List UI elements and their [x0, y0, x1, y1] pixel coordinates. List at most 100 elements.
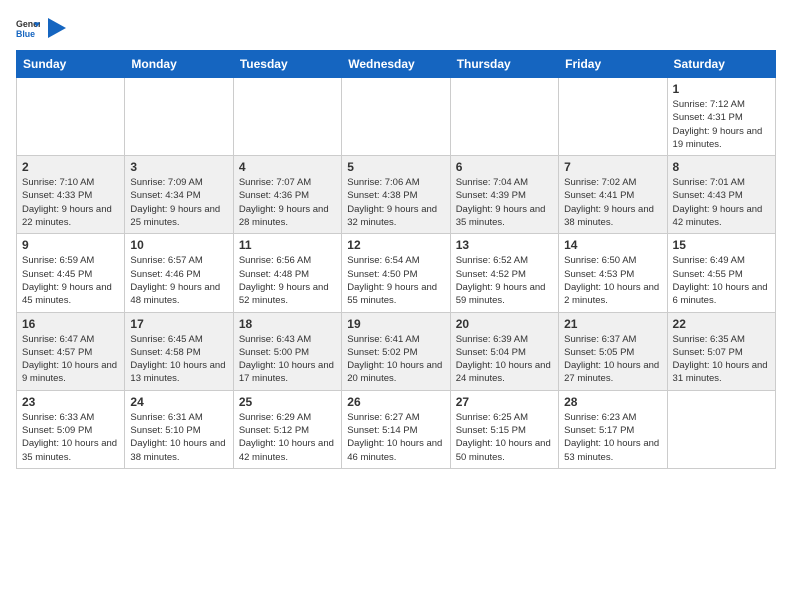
calendar-cell: 27 Sunrise: 6:25 AM Sunset: 5:15 PM Dayli…	[450, 390, 558, 468]
calendar-cell: 25 Sunrise: 6:29 AM Sunset: 5:12 PM Dayli…	[233, 390, 341, 468]
calendar-week-row: 9 Sunrise: 6:59 AM Sunset: 4:45 PM Daylig…	[17, 234, 776, 312]
day-info: Sunrise: 6:50 AM Sunset: 4:53 PM Dayligh…	[564, 254, 661, 307]
day-info: Sunrise: 7:07 AM Sunset: 4:36 PM Dayligh…	[239, 176, 336, 229]
day-number: 17	[130, 317, 227, 331]
logo: General Blue	[16, 16, 66, 40]
calendar-cell: 26 Sunrise: 6:27 AM Sunset: 5:14 PM Dayli…	[342, 390, 450, 468]
calendar-cell	[233, 78, 341, 156]
weekday-header-thursday: Thursday	[450, 51, 558, 78]
calendar-cell: 7Sunrise: 7:02 AM Sunset: 4:41 PM Daylig…	[559, 156, 667, 234]
calendar-week-row: 2 Sunrise: 7:10 AM Sunset: 4:33 PM Daylig…	[17, 156, 776, 234]
day-info: Sunrise: 7:06 AM Sunset: 4:38 PM Dayligh…	[347, 176, 444, 229]
day-number: 20	[456, 317, 553, 331]
calendar-cell: 10 Sunrise: 6:57 AM Sunset: 4:46 PM Dayli…	[125, 234, 233, 312]
day-info: Sunrise: 6:54 AM Sunset: 4:50 PM Dayligh…	[347, 254, 444, 307]
calendar-cell: 28 Sunrise: 6:23 AM Sunset: 5:17 PM Dayli…	[559, 390, 667, 468]
day-info: Sunrise: 6:27 AM Sunset: 5:14 PM Dayligh…	[347, 411, 444, 464]
day-number: 18	[239, 317, 336, 331]
day-number: 26	[347, 395, 444, 409]
day-info: Sunrise: 6:56 AM Sunset: 4:48 PM Dayligh…	[239, 254, 336, 307]
day-number: 4	[239, 160, 336, 174]
day-info: Sunrise: 6:39 AM Sunset: 5:04 PM Dayligh…	[456, 333, 553, 386]
calendar-cell: 17 Sunrise: 6:45 AM Sunset: 4:58 PM Dayli…	[125, 312, 233, 390]
day-number: 9	[22, 238, 119, 252]
day-info: Sunrise: 6:23 AM Sunset: 5:17 PM Dayligh…	[564, 411, 661, 464]
calendar-cell: 2 Sunrise: 7:10 AM Sunset: 4:33 PM Daylig…	[17, 156, 125, 234]
weekday-header-wednesday: Wednesday	[342, 51, 450, 78]
calendar-cell	[667, 390, 775, 468]
day-number: 28	[564, 395, 661, 409]
calendar-week-row: 1 Sunrise: 7:12 AM Sunset: 4:31 PM Daylig…	[17, 78, 776, 156]
day-info: Sunrise: 7:10 AM Sunset: 4:33 PM Dayligh…	[22, 176, 119, 229]
day-info: Sunrise: 7:01 AM Sunset: 4:43 PM Dayligh…	[673, 176, 770, 229]
calendar-week-row: 23 Sunrise: 6:33 AM Sunset: 5:09 PM Dayli…	[17, 390, 776, 468]
day-number: 24	[130, 395, 227, 409]
day-info: Sunrise: 6:33 AM Sunset: 5:09 PM Dayligh…	[22, 411, 119, 464]
logo-arrow-icon	[48, 18, 66, 38]
calendar-cell: 6 Sunrise: 7:04 AM Sunset: 4:39 PM Daylig…	[450, 156, 558, 234]
day-info: Sunrise: 7:09 AM Sunset: 4:34 PM Dayligh…	[130, 176, 227, 229]
day-number: 10	[130, 238, 227, 252]
day-number: 12	[347, 238, 444, 252]
calendar-cell	[125, 78, 233, 156]
day-info: Sunrise: 6:43 AM Sunset: 5:00 PM Dayligh…	[239, 333, 336, 386]
day-info: Sunrise: 6:25 AM Sunset: 5:15 PM Dayligh…	[456, 411, 553, 464]
calendar-cell: 21 Sunrise: 6:37 AM Sunset: 5:05 PM Dayli…	[559, 312, 667, 390]
day-info: Sunrise: 6:31 AM Sunset: 5:10 PM Dayligh…	[130, 411, 227, 464]
day-info: Sunrise: 6:29 AM Sunset: 5:12 PM Dayligh…	[239, 411, 336, 464]
calendar-cell	[559, 78, 667, 156]
calendar-cell: 19Sunrise: 6:41 AM Sunset: 5:02 PM Dayli…	[342, 312, 450, 390]
calendar-cell: 15 Sunrise: 6:49 AM Sunset: 4:55 PM Dayli…	[667, 234, 775, 312]
calendar-cell	[450, 78, 558, 156]
calendar-cell: 11Sunrise: 6:56 AM Sunset: 4:48 PM Dayli…	[233, 234, 341, 312]
day-number: 3	[130, 160, 227, 174]
calendar-header-row: SundayMondayTuesdayWednesdayThursdayFrid…	[17, 51, 776, 78]
calendar-cell	[342, 78, 450, 156]
day-number: 21	[564, 317, 661, 331]
day-info: Sunrise: 6:41 AM Sunset: 5:02 PM Dayligh…	[347, 333, 444, 386]
calendar-cell: 23 Sunrise: 6:33 AM Sunset: 5:09 PM Dayli…	[17, 390, 125, 468]
day-number: 25	[239, 395, 336, 409]
calendar-cell	[17, 78, 125, 156]
day-number: 23	[22, 395, 119, 409]
weekday-header-sunday: Sunday	[17, 51, 125, 78]
weekday-header-monday: Monday	[125, 51, 233, 78]
calendar-cell: 5 Sunrise: 7:06 AM Sunset: 4:38 PM Daylig…	[342, 156, 450, 234]
calendar-cell: 22Sunrise: 6:35 AM Sunset: 5:07 PM Dayli…	[667, 312, 775, 390]
calendar-cell: 16 Sunrise: 6:47 AM Sunset: 4:57 PM Dayli…	[17, 312, 125, 390]
day-number: 13	[456, 238, 553, 252]
day-info: Sunrise: 7:12 AM Sunset: 4:31 PM Dayligh…	[673, 98, 770, 151]
calendar-cell: 24 Sunrise: 6:31 AM Sunset: 5:10 PM Dayli…	[125, 390, 233, 468]
day-info: Sunrise: 7:04 AM Sunset: 4:39 PM Dayligh…	[456, 176, 553, 229]
calendar-cell: 4 Sunrise: 7:07 AM Sunset: 4:36 PM Daylig…	[233, 156, 341, 234]
day-info: Sunrise: 6:52 AM Sunset: 4:52 PM Dayligh…	[456, 254, 553, 307]
calendar-table: SundayMondayTuesdayWednesdayThursdayFrid…	[16, 50, 776, 469]
calendar-cell: 12 Sunrise: 6:54 AM Sunset: 4:50 PM Dayli…	[342, 234, 450, 312]
calendar-cell: 13 Sunrise: 6:52 AM Sunset: 4:52 PM Dayli…	[450, 234, 558, 312]
calendar-cell: 3 Sunrise: 7:09 AM Sunset: 4:34 PM Daylig…	[125, 156, 233, 234]
day-number: 6	[456, 160, 553, 174]
weekday-header-saturday: Saturday	[667, 51, 775, 78]
day-number: 8	[673, 160, 770, 174]
calendar-cell: 14 Sunrise: 6:50 AM Sunset: 4:53 PM Dayli…	[559, 234, 667, 312]
calendar-week-row: 16 Sunrise: 6:47 AM Sunset: 4:57 PM Dayli…	[17, 312, 776, 390]
day-info: Sunrise: 6:45 AM Sunset: 4:58 PM Dayligh…	[130, 333, 227, 386]
day-number: 16	[22, 317, 119, 331]
day-number: 5	[347, 160, 444, 174]
day-info: Sunrise: 6:59 AM Sunset: 4:45 PM Dayligh…	[22, 254, 119, 307]
day-info: Sunrise: 6:37 AM Sunset: 5:05 PM Dayligh…	[564, 333, 661, 386]
day-number: 15	[673, 238, 770, 252]
day-number: 14	[564, 238, 661, 252]
day-number: 27	[456, 395, 553, 409]
logo-icon: General Blue	[16, 16, 40, 40]
day-info: Sunrise: 6:49 AM Sunset: 4:55 PM Dayligh…	[673, 254, 770, 307]
calendar-cell: 20 Sunrise: 6:39 AM Sunset: 5:04 PM Dayli…	[450, 312, 558, 390]
calendar-cell: 9 Sunrise: 6:59 AM Sunset: 4:45 PM Daylig…	[17, 234, 125, 312]
day-number: 1	[673, 82, 770, 96]
day-number: 2	[22, 160, 119, 174]
day-info: Sunrise: 6:47 AM Sunset: 4:57 PM Dayligh…	[22, 333, 119, 386]
calendar-cell: 18 Sunrise: 6:43 AM Sunset: 5:00 PM Dayli…	[233, 312, 341, 390]
day-info: Sunrise: 7:02 AM Sunset: 4:41 PM Dayligh…	[564, 176, 661, 229]
calendar-cell: 1 Sunrise: 7:12 AM Sunset: 4:31 PM Daylig…	[667, 78, 775, 156]
day-info: Sunrise: 6:57 AM Sunset: 4:46 PM Dayligh…	[130, 254, 227, 307]
